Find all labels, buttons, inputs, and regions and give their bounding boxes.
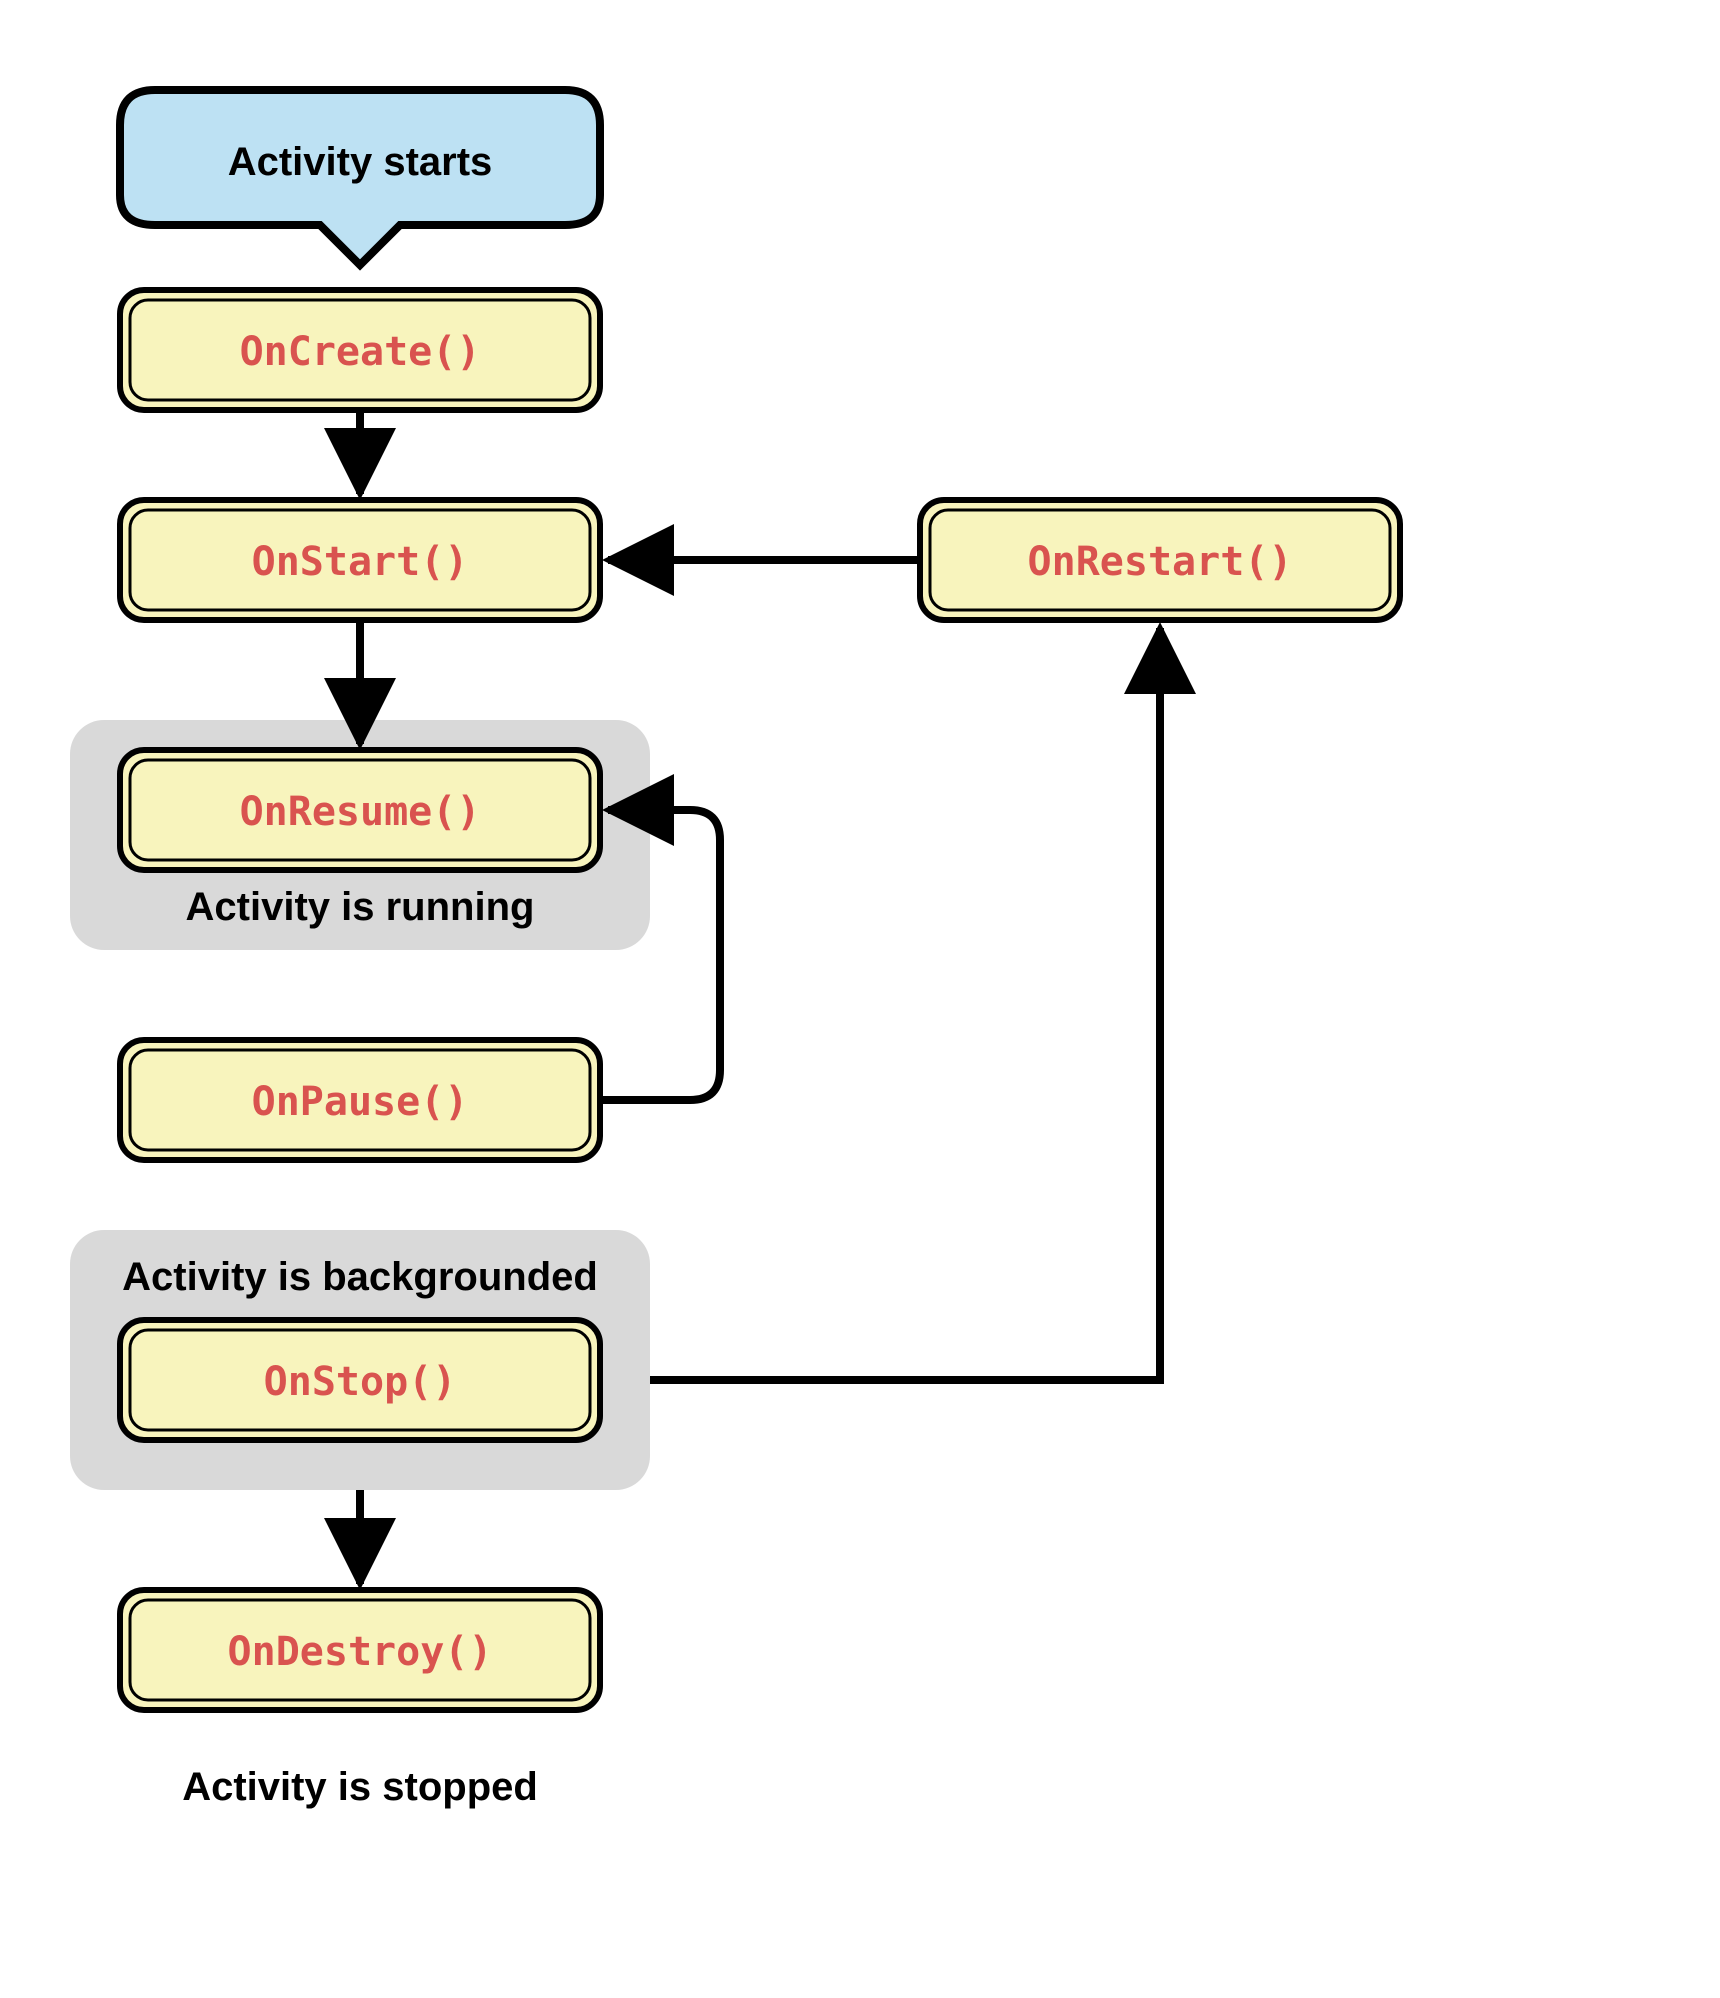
node-activity-starts: Activity starts bbox=[120, 90, 600, 265]
label-running: Activity is running bbox=[186, 885, 535, 929]
text-onrestart: OnRestart() bbox=[1028, 539, 1293, 585]
node-onpause: OnPause() bbox=[120, 1040, 600, 1160]
text-onstart: OnStart() bbox=[252, 539, 469, 585]
node-onrestart: OnRestart() bbox=[920, 500, 1400, 620]
activity-lifecycle-diagram: Activity is running Activity is backgrou… bbox=[0, 0, 1720, 1998]
text-onstop: OnStop() bbox=[264, 1359, 457, 1405]
text-onpause: OnPause() bbox=[252, 1079, 469, 1125]
text-ondestroy: OnDestroy() bbox=[228, 1629, 493, 1675]
label-backgrounded: Activity is backgrounded bbox=[122, 1255, 598, 1299]
node-ondestroy: OnDestroy() bbox=[120, 1590, 600, 1710]
label-stopped: Activity is stopped bbox=[182, 1765, 538, 1809]
node-oncreate: OnCreate() bbox=[120, 290, 600, 410]
node-onstop: OnStop() bbox=[120, 1320, 600, 1440]
edge-stop-restart bbox=[650, 628, 1160, 1380]
text-oncreate: OnCreate() bbox=[240, 329, 481, 375]
label-activity-starts: Activity starts bbox=[228, 140, 493, 184]
node-onresume: OnResume() bbox=[120, 750, 600, 870]
node-onstart: OnStart() bbox=[120, 500, 600, 620]
text-onresume: OnResume() bbox=[240, 789, 481, 835]
